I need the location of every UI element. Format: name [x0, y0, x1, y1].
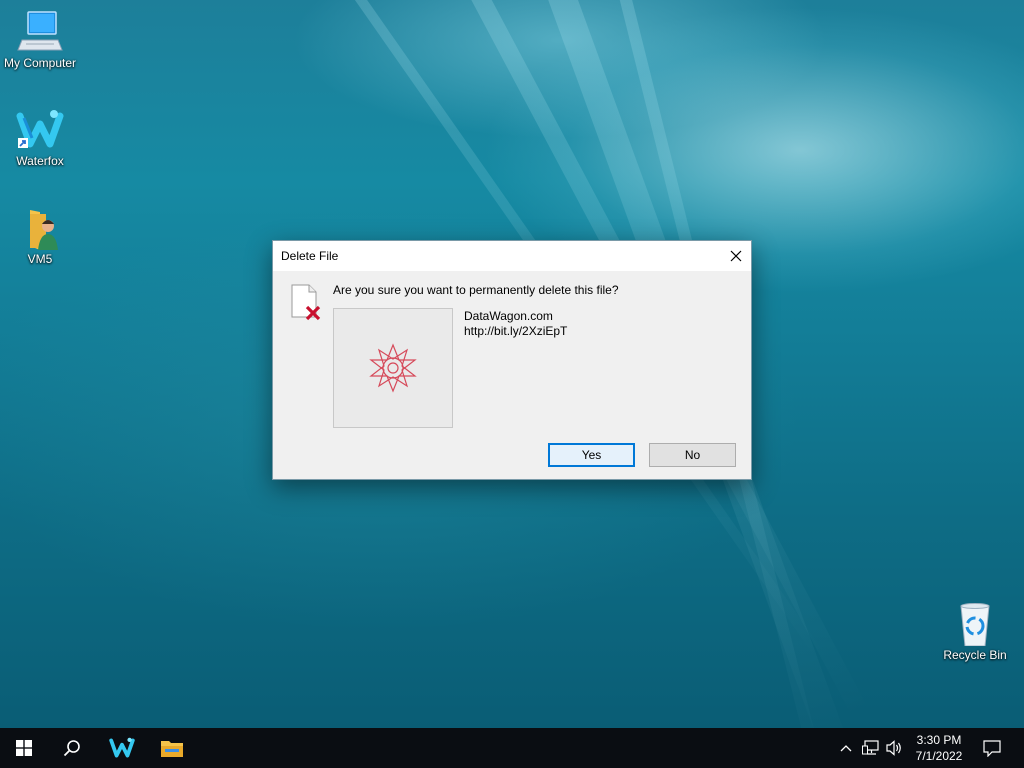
- desktop-icon-label: Waterfox: [16, 154, 64, 168]
- desktop-icon-vm5[interactable]: VM5: [0, 206, 80, 266]
- taskbar-file-explorer[interactable]: [148, 728, 196, 768]
- computer-icon: [16, 10, 64, 54]
- start-button[interactable]: [0, 728, 48, 768]
- waterfox-icon: [16, 108, 64, 152]
- file-logo-icon: [369, 343, 417, 393]
- taskbar: 3:30 PM 7/1/2022: [0, 728, 1024, 768]
- search-icon: [63, 740, 80, 757]
- network-icon: [862, 740, 879, 755]
- search-button[interactable]: [48, 728, 96, 768]
- file-thumbnail: [333, 308, 453, 428]
- taskbar-waterfox[interactable]: [98, 728, 146, 768]
- desktop-icon-label: My Computer: [3, 56, 77, 70]
- show-hidden-icons-button[interactable]: [836, 728, 856, 768]
- waterfox-icon: [109, 737, 135, 758]
- start-icon: [16, 740, 32, 756]
- desktop-icon-label: Recycle Bin: [943, 648, 1007, 662]
- notification-icon: [983, 739, 1001, 757]
- delete-file-dialog: Delete File Are you sure you want to per…: [272, 240, 752, 480]
- clock[interactable]: 3:30 PM 7/1/2022: [908, 732, 970, 764]
- volume-icon: [886, 740, 901, 756]
- file-detail: http://bit.ly/2XziEpT: [464, 324, 568, 338]
- user-folder-icon: [16, 206, 64, 250]
- dialog-title: Delete File: [281, 249, 339, 263]
- yes-button[interactable]: Yes: [548, 443, 635, 467]
- file-name: DataWagon.com: [464, 309, 553, 323]
- no-button[interactable]: No: [649, 443, 736, 467]
- desktop-icon-recycle-bin[interactable]: Recycle Bin: [935, 602, 1015, 662]
- dialog-body: Are you sure you want to permanently del…: [273, 271, 751, 479]
- file-explorer-icon: [161, 741, 183, 757]
- delete-file-icon: [289, 283, 323, 321]
- volume-button[interactable]: [884, 728, 906, 768]
- dialog-titlebar[interactable]: Delete File: [273, 241, 751, 271]
- chevron-up-icon: [840, 745, 852, 752]
- clock-time: 3:30 PM: [916, 733, 962, 747]
- network-button[interactable]: [860, 728, 882, 768]
- desktop-icon-waterfox[interactable]: Waterfox: [0, 108, 80, 168]
- close-icon: [730, 250, 742, 262]
- clock-date: 7/1/2022: [915, 749, 963, 763]
- recycle-bin-icon: [951, 602, 999, 647]
- close-button[interactable]: [721, 241, 751, 271]
- desktop-icon-my-computer[interactable]: My Computer: [0, 10, 80, 70]
- confirm-prompt: Are you sure you want to permanently del…: [333, 283, 619, 297]
- file-info: DataWagon.com http://bit.ly/2XziEpT: [464, 309, 567, 339]
- notification-button[interactable]: [978, 728, 1006, 768]
- desktop-icon-label: VM5: [27, 252, 53, 266]
